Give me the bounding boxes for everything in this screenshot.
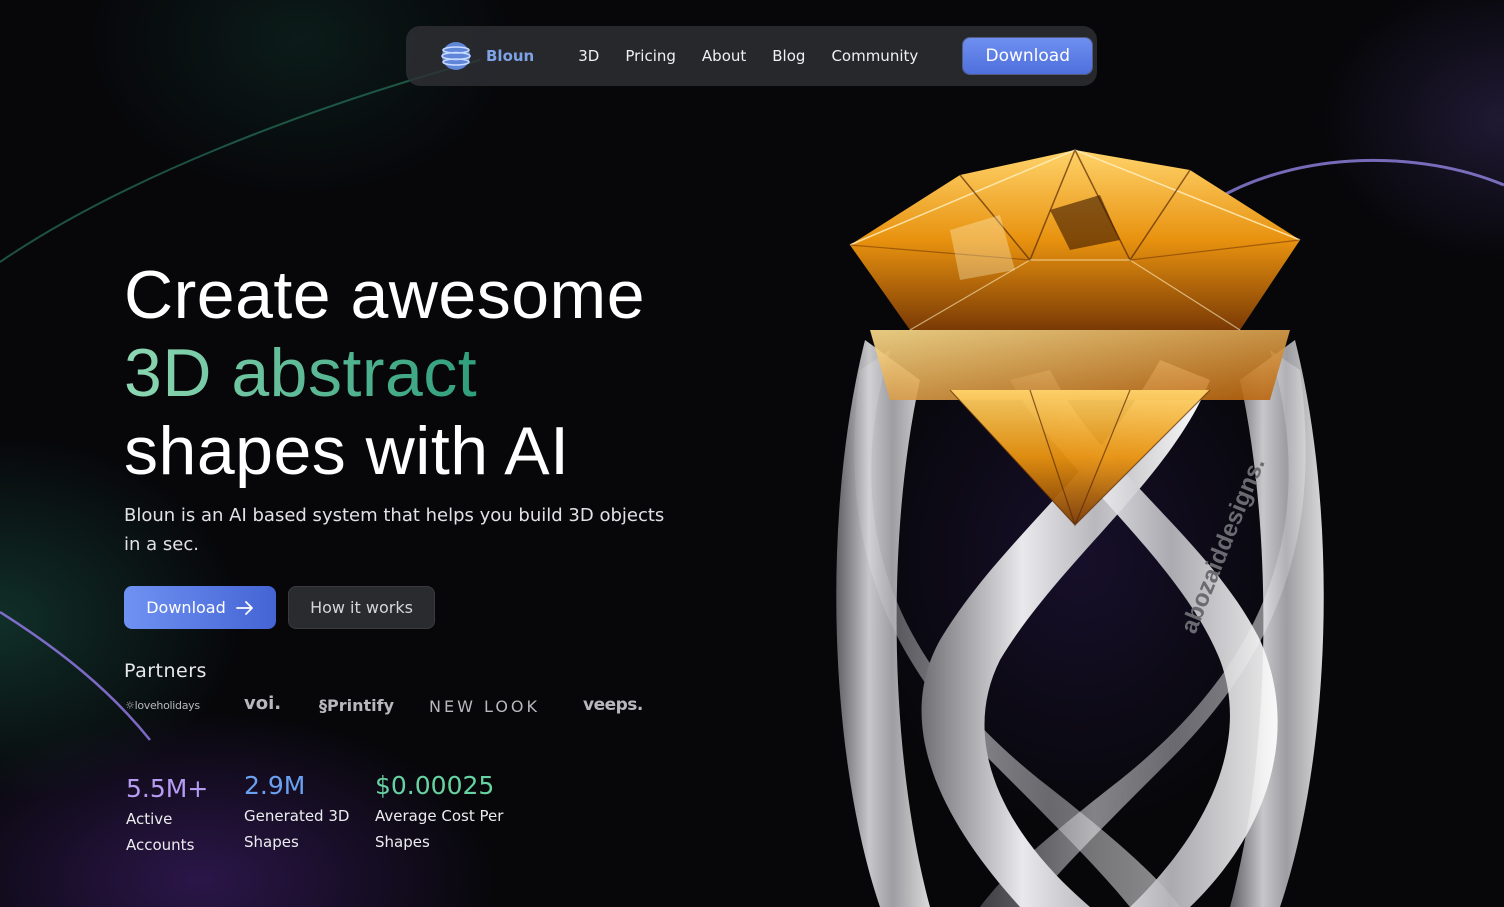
brand[interactable]: Bloun — [440, 40, 534, 72]
stat-average-cost: $0.00025 Average Cost Per Shapes — [375, 771, 515, 855]
stat-active-accounts: 5.5M+ Active Accounts — [126, 774, 216, 858]
stat-generated-shapes: 2.9M Generated 3D Shapes — [244, 771, 354, 855]
stat-label: Average Cost Per Shapes — [375, 807, 504, 851]
stat-value: 2.9M — [244, 771, 306, 800]
partner-logo-voi: voi. — [244, 693, 282, 714]
brand-name: Bloun — [486, 47, 535, 65]
hero-title: Create awesome 3D abstract shapes with A… — [124, 256, 744, 490]
partner-logo-veeps: veeps. — [583, 695, 643, 715]
nav-download-button[interactable]: Download — [963, 38, 1093, 74]
diamond-ring-illustration: abozaiddesigns. — [836, 148, 1324, 907]
nav-link-about[interactable]: About — [702, 47, 746, 65]
partner-logo-newlook: NEW LOOK — [429, 697, 541, 716]
sun-icon: ☼ — [125, 699, 135, 712]
stat-value: 5.5M+ — [126, 774, 209, 803]
hero-title-line1: Create awesome — [124, 257, 646, 333]
hero-subtitle: Bloun is an AI based system that helps y… — [124, 505, 665, 555]
arrow-right-icon — [235, 600, 253, 615]
nav-link-3d[interactable]: 3D — [578, 47, 599, 65]
partner-logo-loveholidays: ☼loveholidays — [125, 699, 200, 712]
how-it-works-button[interactable]: How it works — [288, 586, 435, 629]
globe-logo-icon — [441, 42, 471, 70]
download-button[interactable]: Download — [124, 586, 276, 629]
printify-icon: § — [319, 696, 327, 715]
download-button-label: Download — [146, 598, 226, 617]
partners-title: Partners — [124, 660, 207, 682]
nav-link-pricing[interactable]: Pricing — [625, 47, 676, 65]
top-navbar: Bloun 3D Pricing About Blog Community Do… — [406, 26, 1097, 86]
stat-label: Generated 3D Shapes — [244, 807, 350, 851]
nav-link-blog[interactable]: Blog — [772, 47, 805, 65]
nav-link-community[interactable]: Community — [831, 47, 918, 65]
hero-title-line3: shapes with AI — [124, 413, 570, 489]
hero-title-line2: 3D abstract — [124, 335, 478, 411]
nav-links: 3D Pricing About Blog Community — [578, 47, 918, 65]
partner-logo-printify: §Printify — [319, 696, 395, 715]
stat-label: Active Accounts — [126, 810, 195, 854]
stat-value: $0.00025 — [375, 771, 495, 800]
